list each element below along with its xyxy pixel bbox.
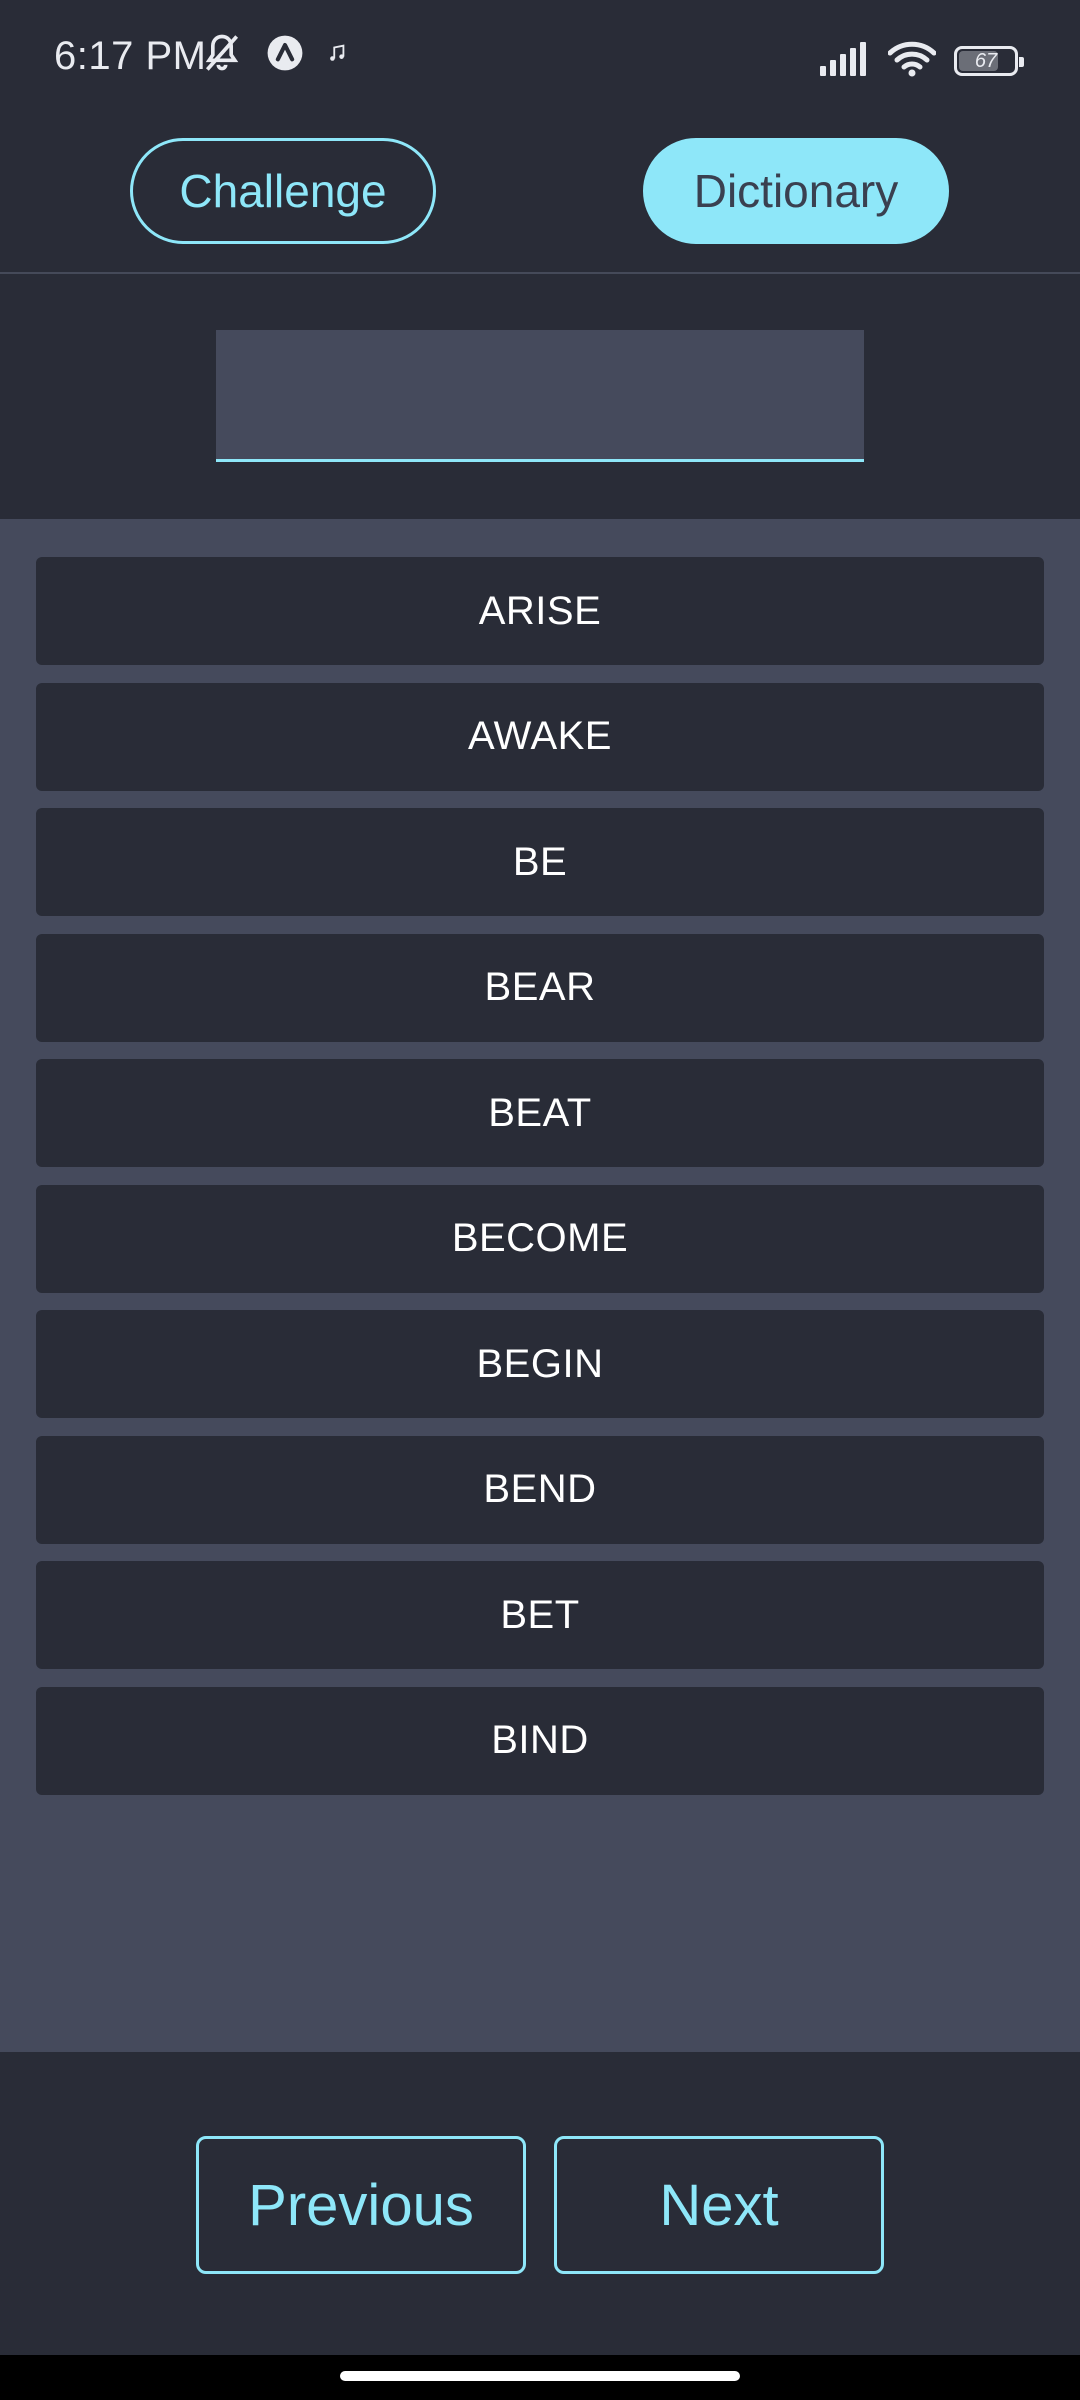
screen: 6:17 PM 67 Challenge Dictionary ARISE AW… [0,0,1080,2400]
search-area [0,274,1080,519]
status-bar: 6:17 PM 67 [0,0,1080,120]
battery-icon: 67 [954,46,1024,76]
word-item[interactable]: BEGIN [36,1310,1044,1418]
bottom-navigation: Previous Next [0,2052,1080,2355]
app-notification-icon [266,34,304,77]
tab-dictionary[interactable]: Dictionary [643,138,949,244]
status-left-icons [200,30,348,80]
word-item[interactable]: BE [36,808,1044,916]
status-time: 6:17 PM [54,34,207,78]
gesture-bar [0,2355,1080,2400]
top-tabs: Challenge Dictionary [0,120,1080,272]
word-list: ARISE AWAKE BE BEAR BEAT BECOME BEGIN BE… [36,557,1044,1812]
gesture-handle[interactable] [340,2371,740,2381]
word-item[interactable]: BECOME [36,1184,1044,1293]
bell-off-icon [200,31,244,80]
next-button[interactable]: Next [554,2136,884,2274]
word-item[interactable]: BIND [36,1686,1044,1795]
word-item[interactable]: BET [36,1561,1044,1669]
music-note-icon [326,42,348,69]
word-item[interactable]: ARISE [36,557,1044,665]
wifi-icon [887,41,937,82]
battery-level: 67 [974,49,998,72]
status-right-icons: 67 [820,36,1024,86]
word-list-area: ARISE AWAKE BE BEAR BEAT BECOME BEGIN BE… [0,519,1080,2052]
signal-icon [820,41,870,81]
tab-challenge[interactable]: Challenge [130,138,436,244]
search-input[interactable] [216,330,864,462]
word-item[interactable]: BEAR [36,933,1044,1042]
word-item[interactable]: AWAKE [36,682,1044,791]
word-item[interactable]: BEAT [36,1059,1044,1167]
previous-button[interactable]: Previous [196,2136,526,2274]
word-item[interactable]: BEND [36,1435,1044,1544]
